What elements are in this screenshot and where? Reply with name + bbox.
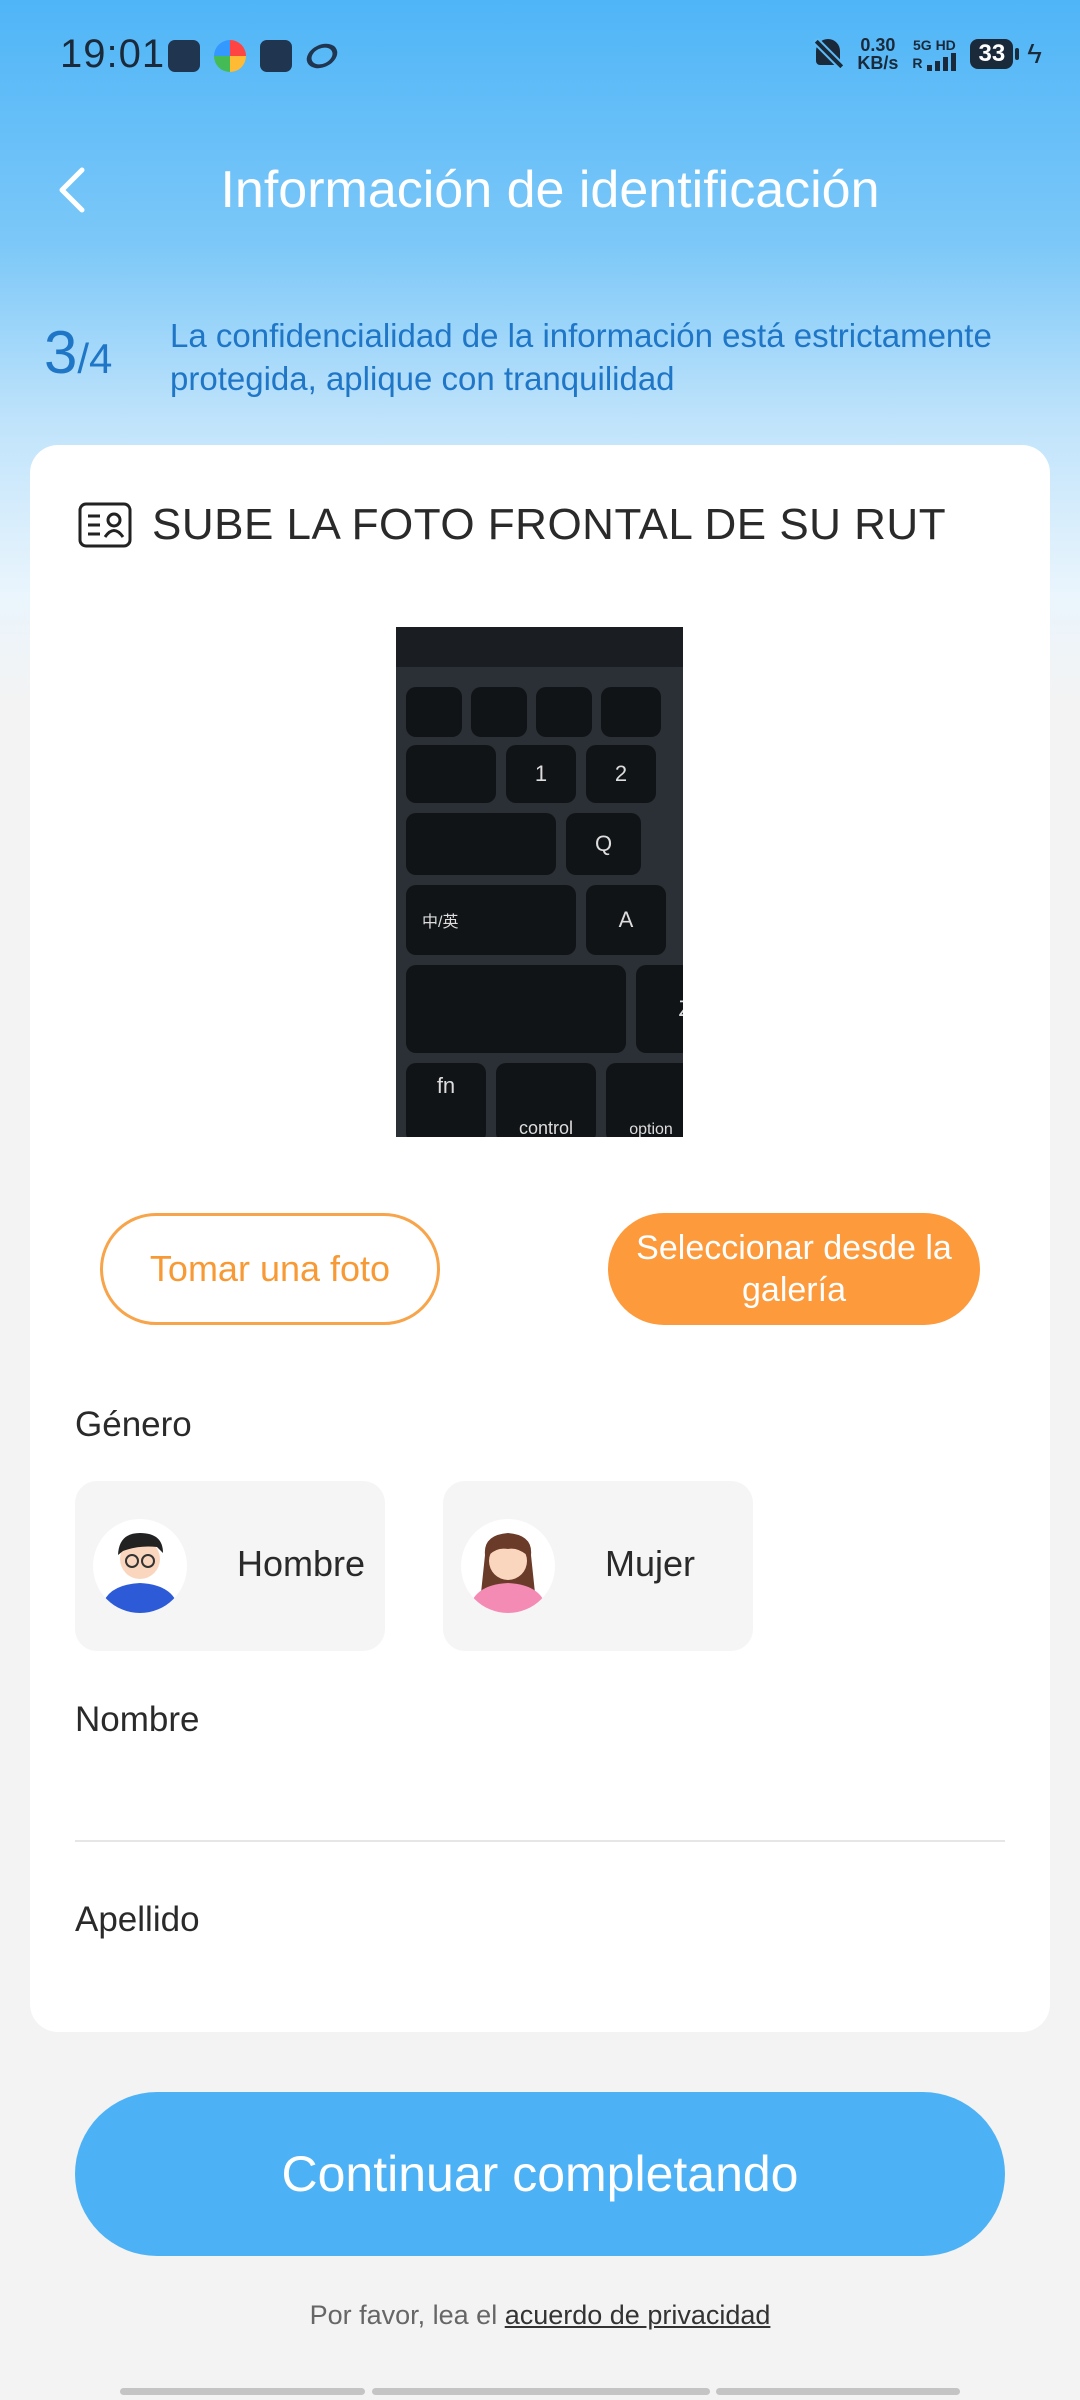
female-avatar-icon — [461, 1519, 555, 1613]
last-name-label: Apellido — [75, 1900, 200, 1939]
status-right: 0.30 KB/s 5G HD R 33 ϟ — [813, 36, 1042, 72]
app-color-icon — [214, 40, 246, 72]
privacy-prefix: Por favor, lea el — [309, 2300, 498, 2330]
card-title: SUBE LA FOTO FRONTAL DE SU RUT — [152, 500, 947, 549]
photo-key: 中/英 — [406, 885, 576, 955]
continue-button[interactable]: Continuar completando — [75, 2092, 1005, 2256]
select-gallery-button[interactable]: Seleccionar desde la galería — [608, 1213, 980, 1325]
photo-key: fn — [406, 1063, 486, 1137]
notification-icons — [168, 39, 342, 73]
photo-key — [601, 687, 661, 737]
photo-key: Z — [636, 965, 683, 1053]
first-name-input[interactable] — [75, 1750, 1005, 1835]
photo-key — [406, 813, 556, 875]
muted-bell-icon — [813, 37, 843, 71]
net-speed: 0.30 KB/s — [857, 35, 899, 73]
male-avatar-icon — [93, 1519, 187, 1613]
status-time: 19:01 — [60, 32, 166, 76]
usb-icon — [168, 40, 200, 72]
form-card: SUBE LA FOTO FRONTAL DE SU RUT 1 2 Q 中/英… — [30, 445, 1050, 2032]
id-card-icon — [78, 502, 132, 548]
gender-option-label: Mujer — [605, 1543, 696, 1584]
link-icon — [302, 39, 342, 73]
take-photo-button[interactable]: Tomar una foto — [100, 1213, 440, 1325]
gender-label: Género — [75, 1405, 192, 1444]
signal-bars-icon: R — [912, 53, 957, 71]
photo-key: A — [586, 885, 666, 955]
charging-icon: ϟ — [1027, 38, 1042, 69]
photo-key: option — [606, 1063, 683, 1137]
nav-indicator — [120, 2388, 365, 2395]
photo-key: 2 — [586, 745, 656, 803]
photo-key: Q — [566, 813, 641, 875]
page-title: Información de identificación — [220, 161, 880, 219]
nav-indicator — [372, 2388, 710, 2395]
last-name-input[interactable] — [75, 1950, 1005, 2020]
photo-key — [406, 965, 626, 1053]
privacy-footer: Por favor, lea el acuerdo de privacidad — [0, 2300, 1080, 2331]
divider — [75, 1840, 1005, 1842]
step-indicator: 3/4 — [44, 318, 112, 387]
gender-option-female[interactable]: Mujer — [443, 1481, 753, 1651]
privacy-note: La confidencialidad de la información es… — [170, 317, 992, 397]
pocket-icon — [260, 40, 292, 72]
step-current: 3 — [44, 319, 78, 386]
first-name-label: Nombre — [75, 1700, 200, 1739]
photo-key — [406, 745, 496, 803]
gender-option-male[interactable]: Hombre — [75, 1481, 385, 1651]
card-header: SUBE LA FOTO FRONTAL DE SU RUT — [78, 500, 946, 550]
signal-indicator: 5G HD R — [912, 37, 957, 71]
rut-photo-preview[interactable]: 1 2 Q 中/英 A Z fn control option — [396, 627, 683, 1137]
photo-key — [471, 687, 527, 737]
battery-icon: 33 — [970, 39, 1019, 69]
gender-option-label: Hombre — [237, 1543, 366, 1584]
status-bar: 19:01 0.30 KB/s 5G HD R 33 ϟ — [0, 0, 1080, 110]
step-total: /4 — [77, 335, 113, 382]
photo-key — [536, 687, 592, 737]
photo-key: control — [496, 1063, 596, 1137]
nav-indicator — [716, 2388, 960, 2395]
photo-key — [406, 687, 462, 737]
photo-key: 1 — [506, 745, 576, 803]
privacy-link[interactable]: acuerdo de privacidad — [505, 2300, 771, 2330]
